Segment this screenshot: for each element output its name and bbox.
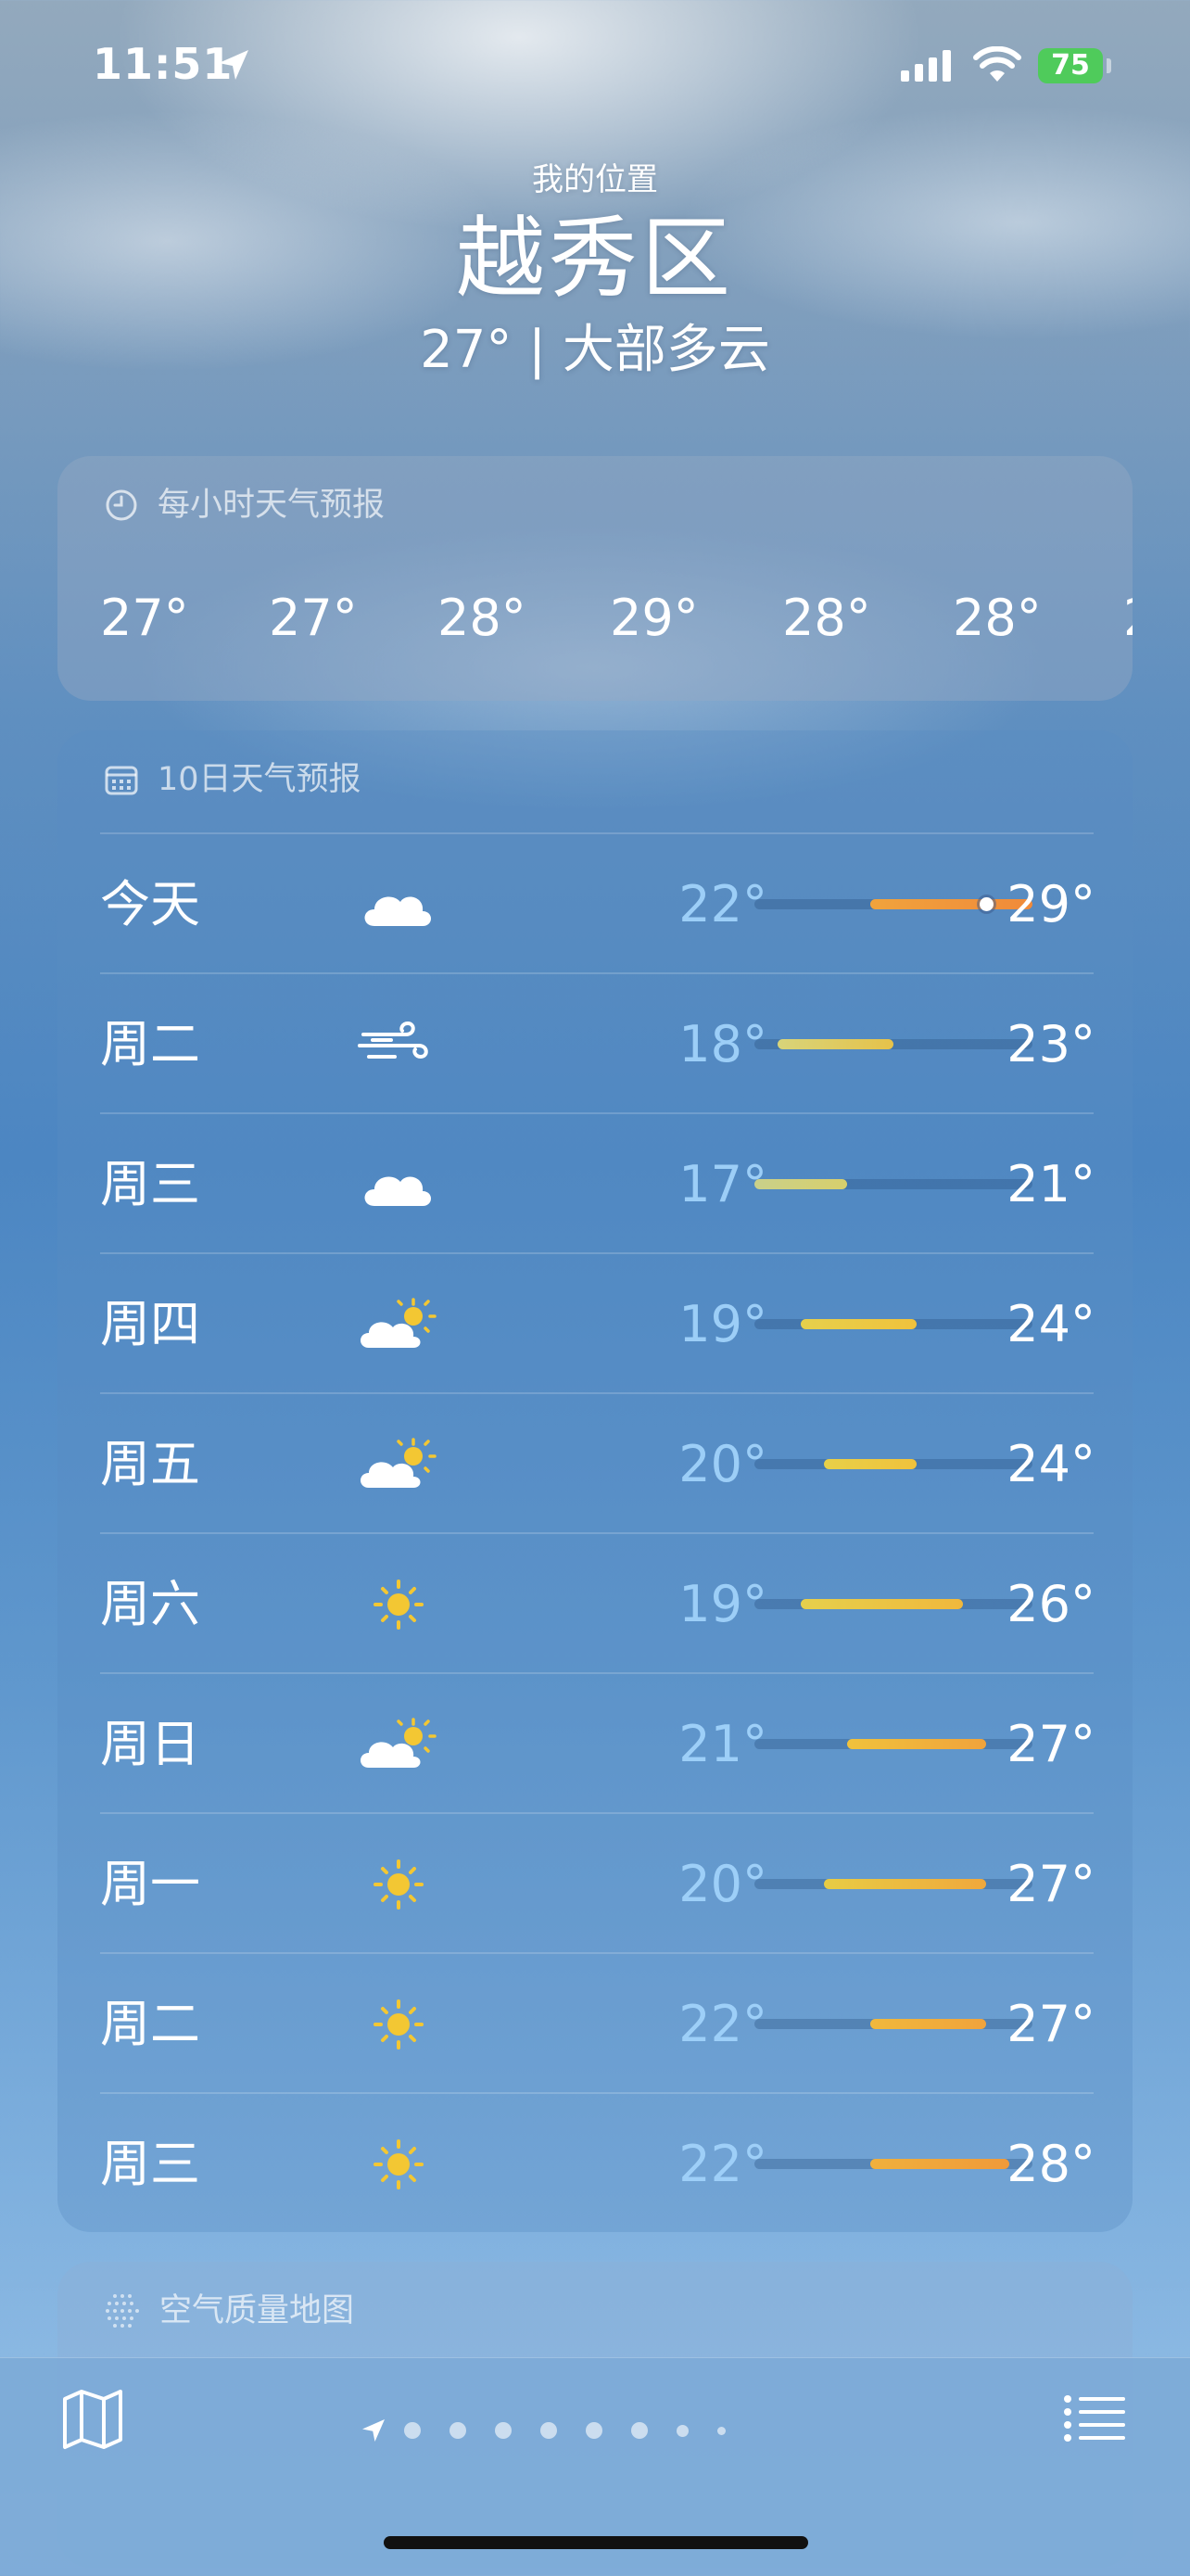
day-low-temp: 17° xyxy=(678,1155,767,1213)
hourly-temps-row[interactable]: 27° 27° 28° 29° 28° 28° 2 xyxy=(100,586,1133,651)
air-quality-header: 空气质量地图 xyxy=(104,2290,354,2332)
sun-icon xyxy=(354,1854,443,1915)
temp-range-fill xyxy=(754,1179,847,1189)
day-name: 周日 xyxy=(100,1715,200,1773)
day-low-temp: 21° xyxy=(678,1715,767,1773)
day-row[interactable]: 周三 22° 28° xyxy=(100,2094,1095,2234)
day-high-temp: 24° xyxy=(1006,1435,1095,1493)
day-name: 周三 xyxy=(100,1155,200,1213)
partly-sunny-icon xyxy=(354,1294,443,1355)
battery-cap xyxy=(1107,58,1111,73)
day-high-temp: 28° xyxy=(1006,2135,1095,2193)
day-low-temp: 22° xyxy=(678,1995,767,2053)
hourly-temp: 28° xyxy=(782,589,871,647)
day-name: 周六 xyxy=(100,1575,200,1633)
cloud-icon xyxy=(354,874,443,935)
clock-icon xyxy=(106,489,137,521)
hourly-temp: 27° xyxy=(269,589,358,647)
day-high-temp: 23° xyxy=(1006,1015,1095,1073)
day-row[interactable]: 周四 19° 24° xyxy=(100,1254,1095,1394)
page-dot[interactable] xyxy=(449,2422,466,2439)
page-dot[interactable] xyxy=(677,2424,689,2437)
map-icon[interactable] xyxy=(59,2386,126,2453)
page-dot[interactable] xyxy=(586,2422,602,2439)
page-dot[interactable] xyxy=(495,2422,512,2439)
day-name: 周四 xyxy=(100,1295,200,1353)
hourly-temp: 28° xyxy=(437,589,526,647)
day-low-temp: 19° xyxy=(678,1295,767,1353)
sun-icon xyxy=(354,2134,443,2195)
ten-day-forecast-header: 10日天气预报 xyxy=(104,758,361,801)
sun-icon xyxy=(354,1994,443,2055)
status-time: 11:51 xyxy=(93,39,234,89)
day-row[interactable]: 今天 22° 29° xyxy=(100,834,1095,974)
ten-day-forecast-card[interactable]: 10日天气预报 今天 22° 29° 周二 18° 23° 周三 17° 21° 周四 19° 24°… xyxy=(57,730,1133,2232)
hourly-temp: 27° xyxy=(100,589,189,647)
temp-range-fill xyxy=(824,1459,917,1469)
day-name: 周二 xyxy=(100,1995,200,2053)
day-row[interactable]: 周二 22° 27° xyxy=(100,1954,1095,2094)
battery-indicator: 75 xyxy=(1038,48,1103,83)
hourly-forecast-header: 每小时天气预报 xyxy=(104,484,385,527)
air-quality-dots-icon xyxy=(106,2294,139,2328)
day-name: 周五 xyxy=(100,1435,200,1493)
sun-icon xyxy=(354,1574,443,1635)
day-row[interactable]: 周五 20° 24° xyxy=(100,1394,1095,1534)
current-conditions: 27° | 大部多云 xyxy=(420,320,770,380)
day-row[interactable]: 周一 20° 27° xyxy=(100,1814,1095,1954)
location-arrow-icon xyxy=(219,50,248,80)
day-name: 今天 xyxy=(100,875,200,933)
list-icon[interactable] xyxy=(1062,2392,1127,2447)
location-label: 我的位置 xyxy=(532,161,658,198)
day-low-temp: 19° xyxy=(678,1575,767,1633)
day-high-temp: 26° xyxy=(1006,1575,1095,1633)
day-low-temp: 20° xyxy=(678,1855,767,1913)
day-row[interactable]: 周日 21° 27° xyxy=(100,1674,1095,1814)
partly-sunny-icon xyxy=(354,1434,443,1495)
city-name: 越秀区 xyxy=(456,207,734,311)
day-row[interactable]: 周二 18° 23° xyxy=(100,974,1095,1114)
day-low-temp: 22° xyxy=(678,2135,767,2193)
location-header: 我的位置 越秀区 27° | 大部多云 xyxy=(0,158,1190,386)
hourly-forecast-title: 每小时天气预报 xyxy=(158,487,386,524)
air-quality-title: 空气质量地图 xyxy=(159,2292,355,2329)
page-dot[interactable] xyxy=(631,2422,648,2439)
home-indicator[interactable] xyxy=(384,2536,808,2549)
temp-range-fill xyxy=(801,1599,963,1609)
day-row[interactable]: 周六 19° 26° xyxy=(100,1534,1095,1674)
hourly-temp: 28° xyxy=(953,589,1042,647)
day-row[interactable]: 周三 17° 21° xyxy=(100,1114,1095,1254)
day-high-temp: 27° xyxy=(1006,1995,1095,2053)
day-high-temp: 24° xyxy=(1006,1295,1095,1353)
wifi-icon xyxy=(973,46,1021,82)
cellular-signal-icon xyxy=(901,50,951,82)
day-low-temp: 18° xyxy=(678,1015,767,1073)
ten-day-forecast-title: 10日天气预报 xyxy=(158,761,361,798)
temp-range-fill xyxy=(801,1319,917,1329)
hourly-forecast-card[interactable]: 每小时天气预报 27° 27° 28° 29° 28° 28° 2 xyxy=(57,456,1133,701)
page-dot[interactable] xyxy=(717,2426,726,2435)
day-high-temp: 27° xyxy=(1006,1855,1095,1913)
page-dot[interactable] xyxy=(540,2422,557,2439)
day-name: 周二 xyxy=(100,1015,200,1073)
hourly-temp: 29° xyxy=(610,589,699,647)
day-low-temp: 22° xyxy=(678,875,767,933)
page-dot[interactable] xyxy=(404,2422,421,2439)
day-name: 周一 xyxy=(100,1855,200,1913)
wind-icon xyxy=(354,1014,443,1075)
partly-sunny-icon xyxy=(354,1714,443,1775)
cloud-icon xyxy=(354,1154,443,1215)
temp-range-fill xyxy=(778,1039,893,1049)
hourly-temp: 2 xyxy=(1123,586,1133,651)
current-location-page-icon[interactable] xyxy=(360,2417,387,2444)
day-high-temp: 27° xyxy=(1006,1715,1095,1773)
status-bar: 11:51 75 xyxy=(0,0,1190,130)
day-high-temp: 29° xyxy=(1006,875,1095,933)
page-indicator[interactable] xyxy=(360,2417,754,2444)
day-low-temp: 20° xyxy=(678,1435,767,1493)
day-name: 周三 xyxy=(100,2135,200,2193)
calendar-icon xyxy=(105,766,138,795)
day-high-temp: 21° xyxy=(1006,1155,1095,1213)
